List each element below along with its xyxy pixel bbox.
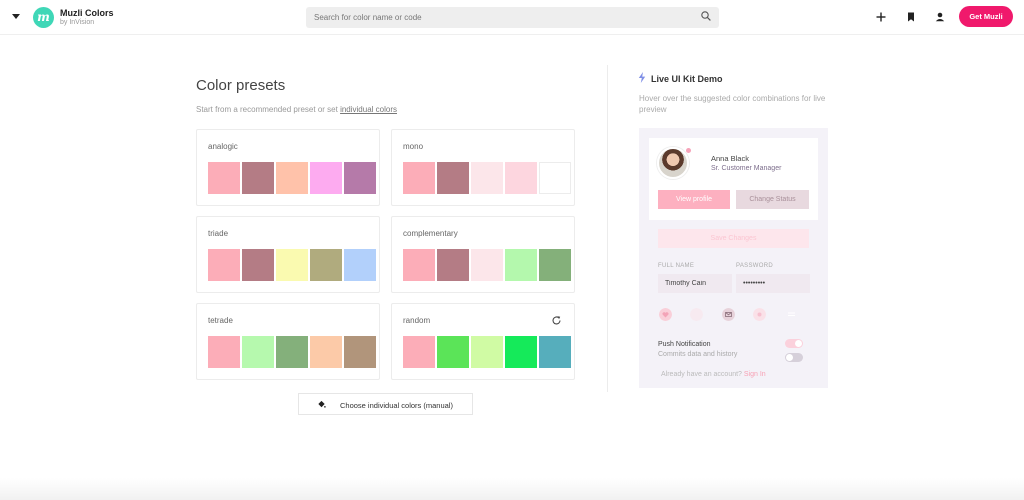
change-status-button[interactable]: Change Status [736,190,809,209]
profile-card: Anna Black Sr. Customer Manager View pro… [649,138,818,220]
preset-label: analogic [208,142,238,151]
search-icon[interactable] [701,11,711,21]
swatch-row [208,162,378,194]
preset-card-random[interactable]: random [391,303,575,380]
top-bar: m Muzli Colors by InVision Get Muzli [0,0,1024,35]
signin-link[interactable]: Sign In [744,371,766,378]
user-icon[interactable] [932,9,948,25]
color-swatch[interactable] [208,162,240,194]
swatch-row [208,336,378,368]
preset-card-tetrade[interactable]: tetrade [196,303,380,380]
color-swatch[interactable] [276,249,308,281]
push-notification-sub: Commits data and history [658,351,738,358]
get-muzli-button[interactable]: Get Muzli [959,6,1013,27]
color-swatch[interactable] [471,249,503,281]
color-swatch[interactable] [276,336,308,368]
preset-card-triade[interactable]: triade [196,216,380,293]
preset-label: complementary [403,229,458,238]
avatar [657,147,689,179]
add-icon[interactable] [873,9,889,25]
color-swatch[interactable] [208,336,240,368]
brand-subtitle: by InVision [60,19,95,26]
color-swatch[interactable] [344,162,376,194]
view-profile-button[interactable]: View profile [658,190,730,209]
signin-text: Already have an account? [661,371,744,378]
page-subtitle: Start from a recommended preset or set i… [196,105,397,114]
preset-label: mono [403,142,424,151]
password-field[interactable] [736,274,810,293]
profile-role: Sr. Customer Manager [711,165,782,172]
color-swatch[interactable] [310,249,342,281]
kit-title: Live UI Kit Demo [651,74,723,84]
color-swatch[interactable] [344,336,376,368]
color-swatch[interactable] [242,249,274,281]
preset-card-complementary[interactable]: complementary [391,216,575,293]
swatch-row [403,336,573,368]
color-swatch[interactable] [437,336,469,368]
color-swatch[interactable] [310,336,342,368]
color-swatch[interactable] [208,249,240,281]
color-swatch[interactable] [276,162,308,194]
save-changes-button[interactable]: Save Changes [658,229,809,248]
color-swatch[interactable] [344,249,376,281]
preset-label: random [403,316,431,325]
color-swatch[interactable] [403,162,435,194]
individual-colors-link[interactable]: individual colors [340,105,397,114]
color-swatch[interactable] [471,162,503,194]
push-notification-label: Push Notification [658,341,711,348]
color-swatch[interactable] [471,336,503,368]
heart-icon[interactable] [659,308,672,321]
refresh-icon[interactable] [551,315,562,326]
commits-toggle[interactable] [785,353,803,362]
lightning-icon [638,72,646,83]
color-swatch[interactable] [539,249,571,281]
push-toggle[interactable] [785,339,803,348]
color-swatch[interactable] [505,162,537,194]
manual-button-label: Choose individual colors (manual) [340,401,453,410]
full-name-label: FULL NAME [658,263,695,269]
preset-card-analogic[interactable]: analogic [196,129,380,206]
choose-manual-colors-button[interactable]: Choose individual colors (manual) [298,393,473,415]
menu-chevron-down-icon[interactable] [12,14,20,19]
bookmark-icon[interactable] [903,9,919,25]
brand-title: Muzli Colors [60,8,114,18]
color-swatch[interactable] [403,249,435,281]
full-name-field[interactable] [658,274,732,293]
swatch-row [403,249,573,281]
ui-kit-preview[interactable]: Anna Black Sr. Customer Manager View pro… [639,128,828,388]
color-swatch[interactable] [539,162,571,194]
search-input[interactable] [306,7,719,28]
preset-label: tetrade [208,316,233,325]
preset-card-mono[interactable]: mono [391,129,575,206]
star-icon[interactable] [690,308,703,321]
subtitle-text: Start from a recommended preset or set [196,105,341,114]
kit-subtitle: Hover over the suggested color combinati… [639,94,826,114]
page-title: Color presets [196,77,286,94]
color-swatch[interactable] [505,336,537,368]
swatch-row [208,249,378,281]
bottom-fade [0,478,1024,500]
paint-bucket-icon [318,400,326,408]
profile-name: Anna Black [711,154,749,163]
color-swatch[interactable] [437,249,469,281]
vertical-divider [607,65,608,392]
color-swatch[interactable] [403,336,435,368]
color-swatch[interactable] [539,336,571,368]
color-swatch[interactable] [242,336,274,368]
muzli-logo[interactable]: m [33,7,54,28]
password-label: PASSWORD [736,263,773,269]
menu-icon[interactable] [785,308,798,321]
signin-prompt: Already have an account? Sign In [661,371,766,378]
swatch-row [403,162,573,194]
preset-label: triade [208,229,229,238]
color-swatch[interactable] [437,162,469,194]
status-dot [686,148,691,153]
color-swatch[interactable] [310,162,342,194]
color-swatch[interactable] [505,249,537,281]
settings-icon[interactable] [753,308,766,321]
mail-icon[interactable] [722,308,735,321]
color-swatch[interactable] [242,162,274,194]
